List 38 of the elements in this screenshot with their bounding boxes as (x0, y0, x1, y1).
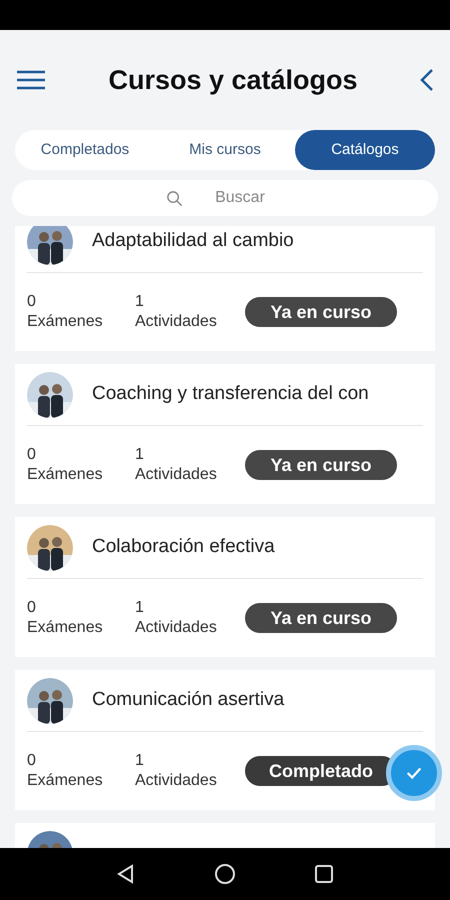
status-badge: Ya en curso (245, 297, 397, 327)
exam-label: Exámenes (27, 465, 104, 485)
tab[interactable]: Mis cursos (155, 130, 295, 170)
course-card[interactable]: Colaboración efectiva 0 Exámenes 1 Actividades Ya en curso (15, 517, 435, 657)
recents-icon[interactable] (314, 864, 334, 884)
exam-count: 0 (27, 445, 37, 465)
exam-count: 0 (27, 292, 37, 312)
course-card[interactable]: Coaching y transferencia del con 0 Exámenes 1 Actividades Ya en curso (15, 364, 435, 504)
exam-count: 0 (27, 598, 37, 618)
exam-label: Exámenes (27, 312, 104, 332)
course-card[interactable]: Adaptabilidad al cambio 0 Exámenes 1 Actividades Ya en curso (15, 226, 435, 351)
course-title: Comunicación asertiva (92, 688, 284, 712)
back-nav-icon[interactable] (116, 864, 136, 884)
course-title: Coaching y transferencia del con (92, 382, 369, 406)
activity-count: 1 (135, 292, 145, 312)
course-title: Adaptabilidad al cambio (92, 229, 294, 254)
exam-label: Exámenes (27, 618, 104, 638)
exam-count: 0 (27, 751, 37, 771)
course-card[interactable]: Comunicación asertiva 0 Exámenes 1 Actividades Completado (15, 670, 435, 810)
activity-label: Actividades (135, 618, 218, 638)
search-icon (166, 190, 183, 207)
activity-count: 1 (135, 751, 145, 771)
activity-count: 1 (135, 445, 145, 465)
activity-count: 1 (135, 598, 145, 618)
status-badge: Ya en curso (245, 450, 397, 480)
activity-label: Actividades (135, 312, 218, 332)
tab[interactable]: Catálogos (295, 130, 435, 170)
menu-icon[interactable] (16, 70, 46, 90)
course-title: Colaboración efectiva (92, 535, 275, 560)
exam-label: Exámenes (27, 771, 104, 791)
back-icon[interactable] (420, 68, 434, 92)
status-badge: Ya en curso (245, 603, 397, 633)
activity-label: Actividades (135, 771, 218, 791)
activity-label: Actividades (135, 465, 218, 485)
search-field[interactable]: Buscar (12, 180, 438, 216)
tab[interactable]: Completados (15, 130, 155, 170)
home-icon[interactable] (214, 863, 236, 885)
page-title: Cursos y catálogos (108, 64, 358, 97)
